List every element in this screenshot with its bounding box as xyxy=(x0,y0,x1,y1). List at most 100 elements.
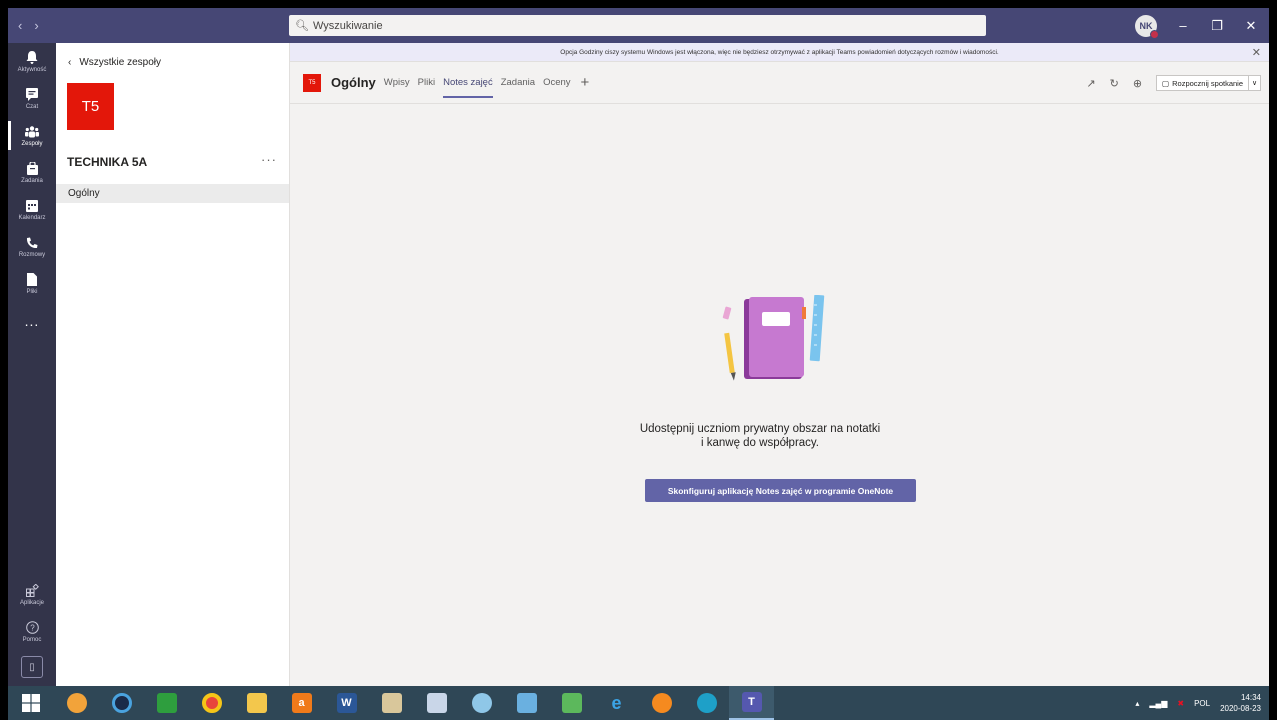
taskbar-app-color-wheel[interactable] xyxy=(54,686,99,720)
meet-label: Rozpocznij spotkanie xyxy=(1172,78,1243,88)
taskbar-app-photos[interactable] xyxy=(549,686,594,720)
channel-content: Opcja Godziny ciszy systemu Windows jest… xyxy=(290,43,1269,686)
minimize-icon[interactable]: – xyxy=(1175,18,1191,33)
color-wheel-icon xyxy=(66,693,87,713)
rail-item-help[interactable]: ? Pomoc xyxy=(8,613,56,650)
store-icon xyxy=(156,693,177,713)
network-error-icon[interactable]: ✖ xyxy=(1177,699,1184,708)
chrome-icon xyxy=(201,693,222,713)
orange-tab-icon xyxy=(802,307,806,319)
rail-item-files[interactable]: Pliki xyxy=(8,265,56,302)
rail-more-button[interactable]: ... xyxy=(8,302,56,339)
windows-logo-icon xyxy=(22,694,40,712)
rail-item-calls[interactable]: Rozmowy xyxy=(8,228,56,265)
rail-item-apps[interactable]: Aplikacje xyxy=(8,576,56,613)
teams-app-icon: T xyxy=(741,692,762,712)
more-icon: ... xyxy=(24,312,40,329)
channel-team-badge: T5 xyxy=(303,73,321,92)
channel-title: Ogólny xyxy=(331,75,376,90)
presence-dnd-icon xyxy=(1150,29,1159,39)
taskbar-app-calculator[interactable] xyxy=(504,686,549,720)
back-arrow-icon[interactable]: ‹ xyxy=(18,18,22,33)
taskbar-app-ale[interactable]: a xyxy=(279,686,324,720)
forward-arrow-icon[interactable]: › xyxy=(34,18,38,33)
tray-expand-icon[interactable]: ▴ xyxy=(1135,699,1139,708)
rail-label: Pliki xyxy=(26,288,38,295)
title-bar-right: NK – ❐ ✕ xyxy=(1135,8,1269,43)
channel-label: Ogólny xyxy=(68,188,100,199)
input-language[interactable]: POL xyxy=(1194,699,1210,708)
taskbar-app-ie[interactable]: e xyxy=(594,686,639,720)
clock[interactable]: 14:34 2020-08-23 xyxy=(1220,692,1261,714)
taskbar-app-explorer[interactable] xyxy=(234,686,279,720)
firefox-icon xyxy=(651,693,672,713)
team-name: TECHNIKA 5A xyxy=(67,155,148,169)
rail-item-assignments[interactable]: Zadania xyxy=(8,154,56,191)
expand-icon[interactable]: ↗︎ xyxy=(1086,77,1095,90)
rail-item-teams[interactable]: Zespoły xyxy=(8,117,56,154)
teams-window: ‹ › 🔍︎ Wyszukiwanie NK – ❐ ✕ Aktywność C… xyxy=(8,8,1269,686)
tab-assignments[interactable]: Zadania xyxy=(501,62,535,104)
tab-files[interactable]: Pliki xyxy=(418,62,435,104)
tab-grades[interactable]: Oceny xyxy=(543,62,570,104)
tab-class-notebook[interactable]: Notes zajęć xyxy=(443,62,493,104)
quiet-hours-banner: Opcja Godziny ciszy systemu Windows jest… xyxy=(290,43,1269,62)
channel-item-general[interactable]: Ogólny xyxy=(56,184,289,203)
chevron-down-icon[interactable]: ∨ xyxy=(1248,76,1260,90)
close-icon[interactable]: ✕ xyxy=(1252,46,1261,59)
system-tray: ▴ ▂▄▆ ✖ POL 14:34 2020-08-23 xyxy=(1135,686,1261,720)
pencil-icon xyxy=(724,332,736,381)
rail-item-calendar[interactable]: Kalendarz xyxy=(8,191,56,228)
all-teams-label: Wszystkie zespoły xyxy=(79,57,162,68)
rail-label: Zespoły xyxy=(21,140,43,147)
windows-taskbar: a W e T ▴ ▂▄▆ ✖ POL 14:34 2020-08-23 xyxy=(8,686,1269,720)
tab-posts[interactable]: Wpisy xyxy=(384,62,410,104)
taskbar-app-geogebra[interactable] xyxy=(414,686,459,720)
avatar[interactable]: NK xyxy=(1135,14,1159,39)
team-panel: ‹ Wszystkie zespoły T5 TECHNIKA 5A ··· O… xyxy=(56,43,290,686)
taskbar-app-paint-palette[interactable] xyxy=(459,686,504,720)
taskbar-app-paint[interactable] xyxy=(369,686,414,720)
close-icon[interactable]: ✕ xyxy=(1243,18,1259,34)
app-orange-icon: a xyxy=(291,693,312,713)
tab-actions: ↗︎ ↻ ⊕ ▢ Rozpocznij spotkanie ∨ xyxy=(1086,62,1261,104)
all-teams-link[interactable]: ‹ Wszystkie zespoły xyxy=(68,57,161,68)
chat-icon xyxy=(25,88,39,102)
configure-onenote-button[interactable]: Skonfiguruj aplikację Notes zajęć w prog… xyxy=(645,479,916,502)
calculator-icon xyxy=(516,693,537,713)
maximize-icon[interactable]: ❐ xyxy=(1209,18,1225,34)
chevron-left-icon: ‹ xyxy=(68,57,72,68)
taskbar-app-edge[interactable] xyxy=(684,686,729,720)
start-meeting-button[interactable]: ▢ Rozpocznij spotkanie ∨ xyxy=(1156,75,1261,91)
refresh-icon[interactable]: ↻ xyxy=(1110,77,1119,90)
app-bar: Aktywność Czat Zespoły Zadania Kalendarz xyxy=(8,43,56,686)
file-icon xyxy=(25,273,39,287)
taskbar-app-camera[interactable] xyxy=(99,686,144,720)
teams-icon xyxy=(25,125,39,139)
meet-label-wrap: ▢ Rozpocznij spotkanie xyxy=(1157,79,1248,88)
globe-icon[interactable]: ⊕ xyxy=(1133,77,1142,90)
taskbar-app-chrome[interactable] xyxy=(189,686,234,720)
rail-label: Czat xyxy=(25,103,39,110)
notebook-illustration xyxy=(722,295,825,381)
rail-item-chat[interactable]: Czat xyxy=(8,80,56,117)
avatar-initials: NK xyxy=(1139,20,1153,31)
mobile-app-icon[interactable]: ▯ xyxy=(21,656,43,678)
taskbar-app-firefox[interactable] xyxy=(639,686,684,720)
add-tab-button[interactable]: + xyxy=(581,74,590,91)
paint-icon xyxy=(381,693,402,713)
taskbar-app-store[interactable] xyxy=(144,686,189,720)
geometry-icon xyxy=(426,693,447,713)
rail-label: Zadania xyxy=(21,177,43,184)
search-input[interactable]: 🔍︎ Wyszukiwanie xyxy=(289,15,986,36)
team-more-options-button[interactable]: ··· xyxy=(261,152,277,167)
rail-label: Pomoc xyxy=(22,636,42,643)
taskbar-app-word[interactable]: W xyxy=(324,686,369,720)
taskbar-app-teams[interactable]: T xyxy=(729,686,774,720)
help-icon: ? xyxy=(25,621,39,635)
bell-icon xyxy=(25,51,39,65)
rail-item-activity[interactable]: Aktywność xyxy=(8,43,56,80)
signal-icon[interactable]: ▂▄▆ xyxy=(1149,699,1167,708)
start-button[interactable] xyxy=(8,686,54,720)
rail-label: Rozmowy xyxy=(18,251,46,258)
